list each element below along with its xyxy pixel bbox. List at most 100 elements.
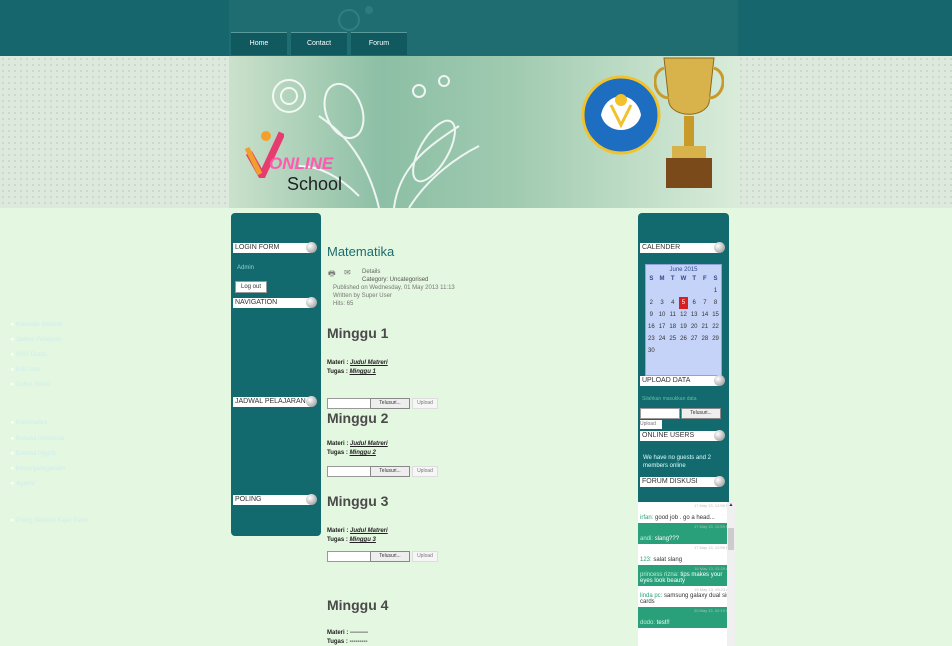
calendar-day[interactable]: 30 xyxy=(647,345,656,357)
logout-button[interactable]: Log out xyxy=(235,281,267,293)
calendar-day[interactable]: 5 xyxy=(678,297,688,309)
poll-link[interactable]: Poling Sekolah Kajar Paket xyxy=(10,518,89,524)
toggle-knob-icon[interactable] xyxy=(306,297,317,308)
subject-link-agama[interactable]: Agama xyxy=(10,481,35,487)
calendar-day[interactable]: 27 xyxy=(690,333,699,345)
calendar-day[interactable]: 22 xyxy=(711,321,720,333)
scroll-thumb[interactable] xyxy=(728,528,734,550)
file-input[interactable] xyxy=(327,551,371,562)
upload-button[interactable]: Upload xyxy=(412,466,438,477)
nav-link-daftar-siswa[interactable]: Daftar Siswa xyxy=(10,382,50,388)
calendar-day[interactable]: 16 xyxy=(647,321,656,333)
materi-link[interactable]: Judul Matreri xyxy=(350,441,388,447)
materi-link[interactable]: Judul Matreri xyxy=(350,528,388,534)
calendar-day[interactable]: 18 xyxy=(668,321,677,333)
materi-link[interactable]: Judul Matreri xyxy=(350,360,388,366)
toggle-knob-icon[interactable] xyxy=(714,476,725,487)
upload-button[interactable]: Upload xyxy=(412,551,438,562)
materi-label: Materi : xyxy=(327,360,349,366)
chat-body: good job . go a head... xyxy=(655,515,715,521)
file-input[interactable] xyxy=(327,398,371,409)
subject-link-matematika[interactable]: Matematika xyxy=(10,420,47,426)
upload-data-button[interactable]: Upload xyxy=(640,420,662,429)
toggle-knob-icon[interactable] xyxy=(714,375,725,386)
calendar-day[interactable]: 29 xyxy=(711,333,720,345)
browse-button[interactable]: Telusuri... xyxy=(370,466,410,477)
chat-scrollbar[interactable]: ▲ xyxy=(727,502,735,646)
tugas-label: Tugas : xyxy=(327,450,348,456)
navigation-header: NAVIGATION xyxy=(233,297,317,308)
tugas-link[interactable]: Minggu 1 xyxy=(350,369,376,375)
calendar-day[interactable]: 13 xyxy=(690,309,699,321)
chat-user[interactable]: irfan: xyxy=(640,515,653,521)
nav-link-kalendar-sekolah[interactable]: Kalendar Sekolah xyxy=(10,322,63,328)
chat-user[interactable]: andi: xyxy=(640,536,653,542)
subject-link-kewarganegaraan[interactable]: Kewarganegaraan xyxy=(10,466,65,472)
chat-body: salat slang xyxy=(653,557,683,563)
calendar-day[interactable]: 20 xyxy=(690,321,699,333)
print-icon[interactable]: 🖶 xyxy=(328,268,336,282)
nav-tab-contact[interactable]: Contact xyxy=(291,32,347,55)
toggle-knob-icon[interactable] xyxy=(714,242,725,253)
browse-button[interactable]: Telusuri... xyxy=(370,398,410,409)
calendar-day[interactable]: 9 xyxy=(647,309,656,321)
materi-label: Materi : xyxy=(327,630,349,636)
nav-tab-home[interactable]: Home xyxy=(231,32,287,55)
upload-file-input[interactable] xyxy=(640,408,680,419)
calendar-days: 1 2 3 4 5 6 7 8 9 10 11 12 13 14 15 16 17 18 19 20 21 22 23 24 2… xyxy=(646,285,721,357)
file-input[interactable] xyxy=(327,466,371,477)
calendar-day[interactable]: 8 xyxy=(711,297,720,309)
poling-title: POLING xyxy=(235,496,262,503)
calendar-day[interactable]: 14 xyxy=(700,309,709,321)
toggle-knob-icon[interactable] xyxy=(306,494,317,505)
calendar-day[interactable]: 15 xyxy=(711,309,720,321)
calendar-day[interactable]: 1 xyxy=(711,285,720,297)
calendar-day[interactable]: 23 xyxy=(647,333,656,345)
chat-message: 17 May 13, 12:59 PM irfan: good job . go … xyxy=(638,502,734,523)
subject-link-bahasa-inggris[interactable]: Bahasa Inggris xyxy=(10,451,56,457)
calendar-day[interactable]: 26 xyxy=(679,333,688,345)
chat-user[interactable]: dodo: xyxy=(640,620,655,626)
tut-wuri-handayani-emblem-icon xyxy=(581,75,661,155)
toggle-knob-icon[interactable] xyxy=(714,430,725,441)
calendar-week: 23 24 25 26 27 28 29 xyxy=(646,333,721,345)
upload-data-header: UPLOAD DATA xyxy=(640,375,725,386)
nav-link-sms-gratis[interactable]: SMS Gratis xyxy=(10,352,47,358)
chat-text: irfan: good job . go a head... xyxy=(640,515,715,521)
calendar-day[interactable]: 28 xyxy=(700,333,709,345)
scroll-up-icon[interactable]: ▲ xyxy=(727,502,735,508)
toggle-knob-icon[interactable] xyxy=(306,242,317,253)
calendar-day[interactable]: 4 xyxy=(668,297,677,309)
chat-user[interactable]: 123: xyxy=(640,557,652,563)
tugas-link[interactable]: Minggu 3 xyxy=(350,537,376,543)
calendar-day[interactable]: 24 xyxy=(658,333,667,345)
nav-link-edit-user[interactable]: Edit User xyxy=(10,367,41,373)
toggle-knob-icon[interactable] xyxy=(306,396,317,407)
calendar-title: CALENDER xyxy=(642,244,681,251)
calendar-week: 1 xyxy=(646,285,721,297)
browse-button[interactable]: Telusuri... xyxy=(370,551,410,562)
upload-browse-button[interactable]: Telusuri... xyxy=(681,408,721,419)
calendar-day[interactable]: 11 xyxy=(668,309,677,321)
chat-message: 20 May 13, 02:19 PM dodo: test!! xyxy=(638,607,734,628)
calendar-day[interactable]: 7 xyxy=(700,297,709,309)
forum-title: FORUM DISKUSI xyxy=(642,478,698,485)
tugas-line: Tugas : Minggu 1 xyxy=(327,369,376,375)
calendar-day[interactable]: 6 xyxy=(690,297,699,309)
calendar-day[interactable]: 25 xyxy=(668,333,677,345)
trophy-icon xyxy=(654,57,724,188)
nav-tab-forum[interactable]: Forum xyxy=(351,32,407,55)
tugas-link[interactable]: Minggu 2 xyxy=(350,450,376,456)
calendar-day[interactable]: 21 xyxy=(700,321,709,333)
email-icon[interactable]: ✉ xyxy=(344,268,351,277)
upload-button[interactable]: Upload xyxy=(412,398,438,409)
calendar-day[interactable]: 19 xyxy=(679,321,688,333)
subject-link-bahasa-indonesia[interactable]: Bahasa Indonesia xyxy=(10,436,64,442)
calendar-day[interactable]: 3 xyxy=(658,297,667,309)
calendar-day[interactable]: 17 xyxy=(658,321,667,333)
calendar-day[interactable]: 2 xyxy=(647,297,656,309)
nav-link-jadwal-pelajaran[interactable]: Jadwal Pelajaran xyxy=(10,337,62,343)
calendar-header: CALENDER xyxy=(640,242,725,253)
calendar-day[interactable]: 12 xyxy=(679,309,688,321)
calendar-day[interactable]: 10 xyxy=(658,309,667,321)
